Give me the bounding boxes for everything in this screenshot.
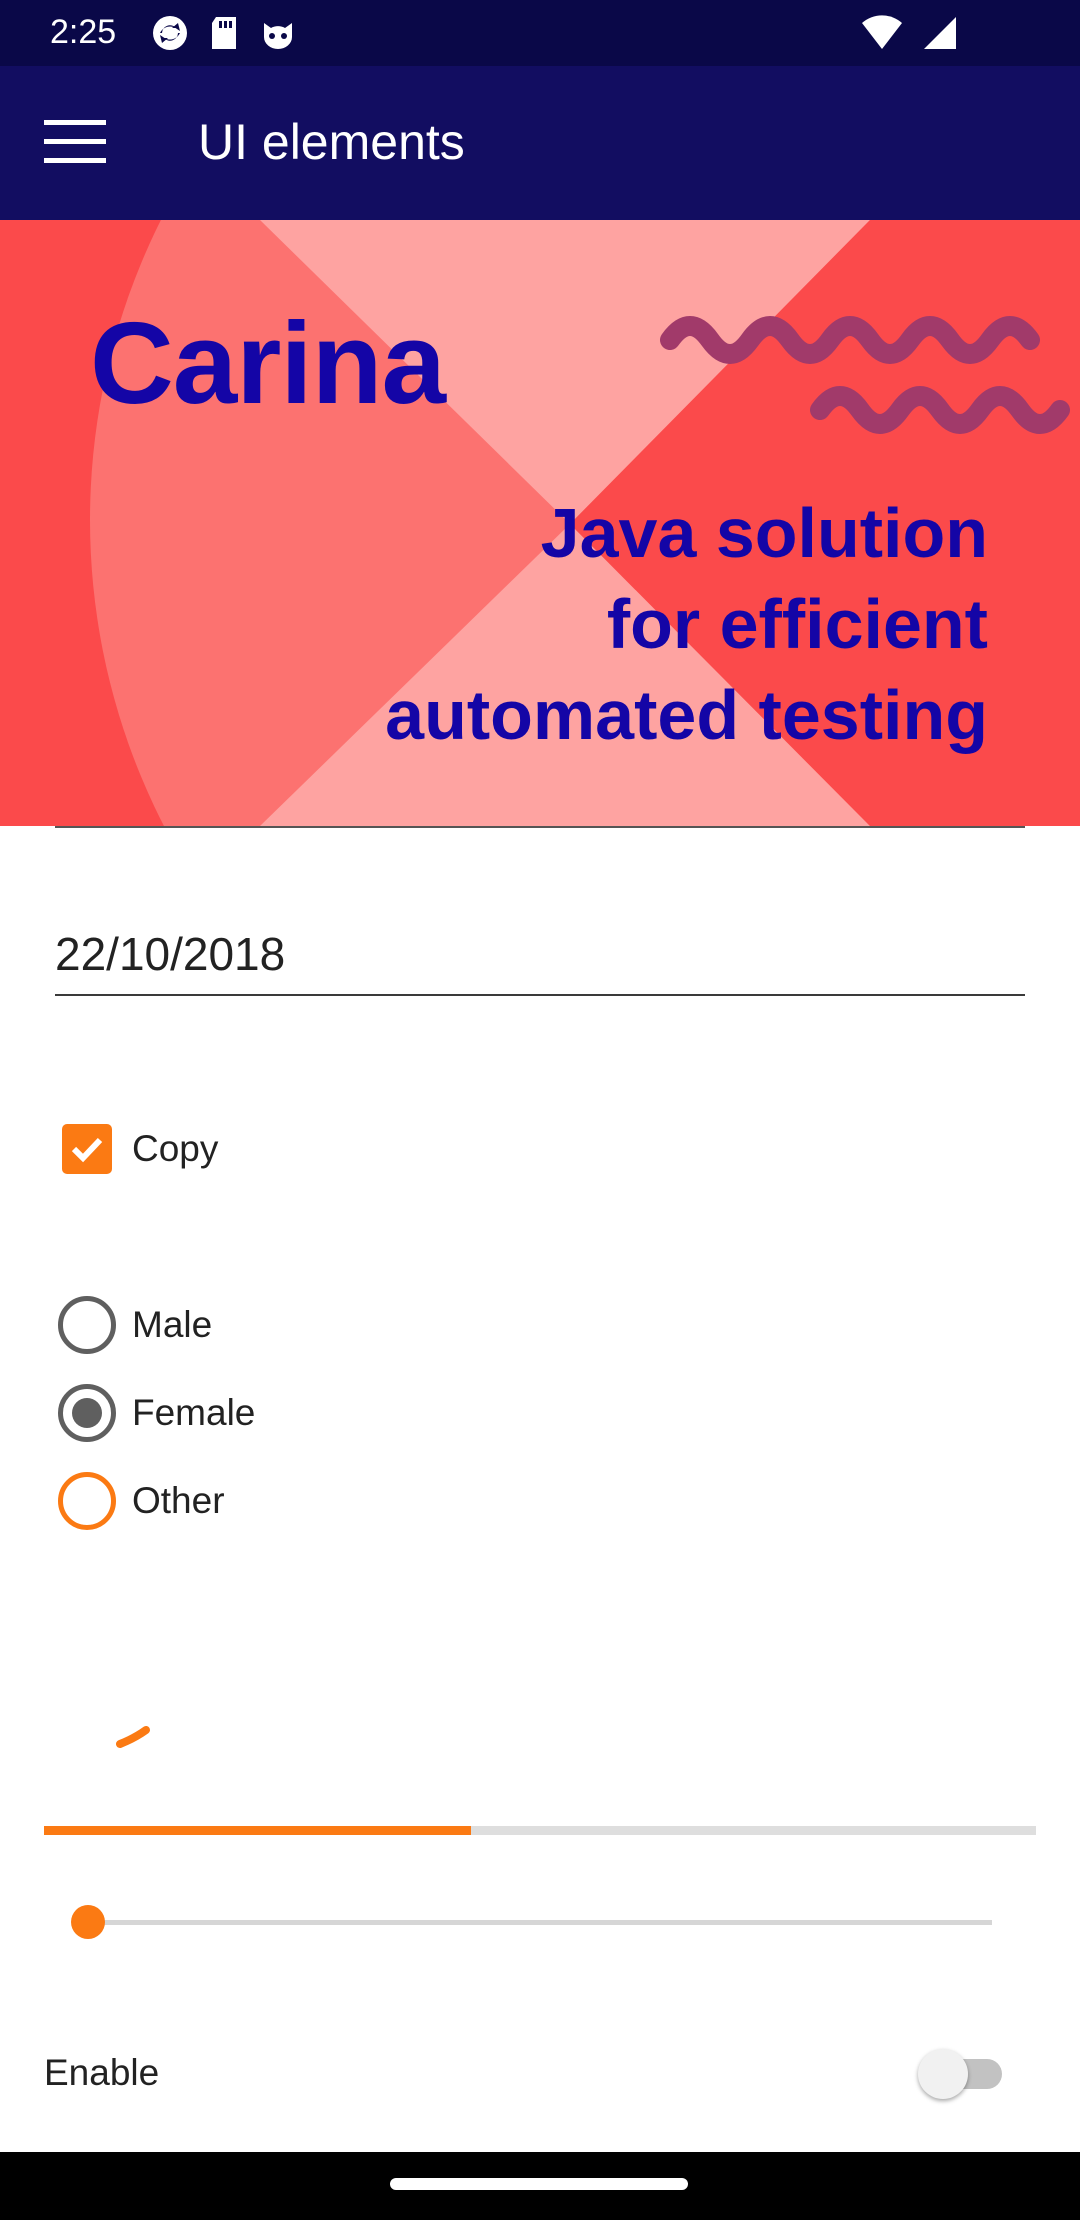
home-gesture-handle[interactable]: [390, 2178, 688, 2190]
sd-card-icon: [212, 17, 236, 49]
banner-carousel[interactable]: Carina Java solution for efficient autom…: [0, 220, 1080, 826]
radio-button-icon[interactable]: [58, 1472, 116, 1530]
banner-logo: Carina: [90, 298, 446, 428]
loading-spinner: [116, 1726, 150, 1748]
date-field[interactable]: 22/10/2018: [55, 924, 1025, 996]
radio-button-icon[interactable]: [58, 1296, 116, 1354]
status-bar: 2:25: [0, 0, 1080, 66]
radio-button-icon[interactable]: [58, 1384, 116, 1442]
banner-tagline: Java solution for efficient automated te…: [385, 494, 988, 754]
status-time: 2:25: [50, 13, 117, 51]
switch-label: Enable: [44, 2052, 160, 2093]
progress-bar: [44, 1826, 1036, 1835]
radio-label: Male: [132, 1304, 213, 1345]
cell-signal-icon: [924, 17, 956, 49]
seek-bar[interactable]: [71, 1905, 992, 1939]
wifi-icon: [862, 15, 902, 49]
system-icons: [860, 13, 960, 53]
slider-thumb[interactable]: [71, 1905, 105, 1939]
app-bar: UI elements: [0, 66, 1080, 220]
navigation-bar: [0, 2152, 1080, 2220]
divider: [55, 826, 1025, 828]
page-title: UI elements: [198, 114, 465, 170]
radio-female[interactable]: Female: [58, 1384, 255, 1442]
enable-switch[interactable]: [918, 2046, 1008, 2102]
progress-fill: [44, 1826, 471, 1835]
switch-thumb[interactable]: [918, 2049, 968, 2099]
radio-other[interactable]: Other: [58, 1472, 225, 1530]
cat-face-icon: [264, 23, 292, 49]
checkbox-label: Copy: [132, 1128, 219, 1169]
hamburger-menu-icon[interactable]: [40, 112, 110, 172]
sync-icon: [153, 16, 187, 50]
radio-label: Other: [132, 1480, 225, 1521]
radio-male[interactable]: Male: [58, 1296, 212, 1354]
checkbox-checked-icon[interactable]: [62, 1124, 112, 1174]
copy-checkbox[interactable]: Copy: [62, 1124, 218, 1174]
radio-label: Female: [132, 1392, 256, 1433]
notification-icons: [150, 13, 298, 53]
